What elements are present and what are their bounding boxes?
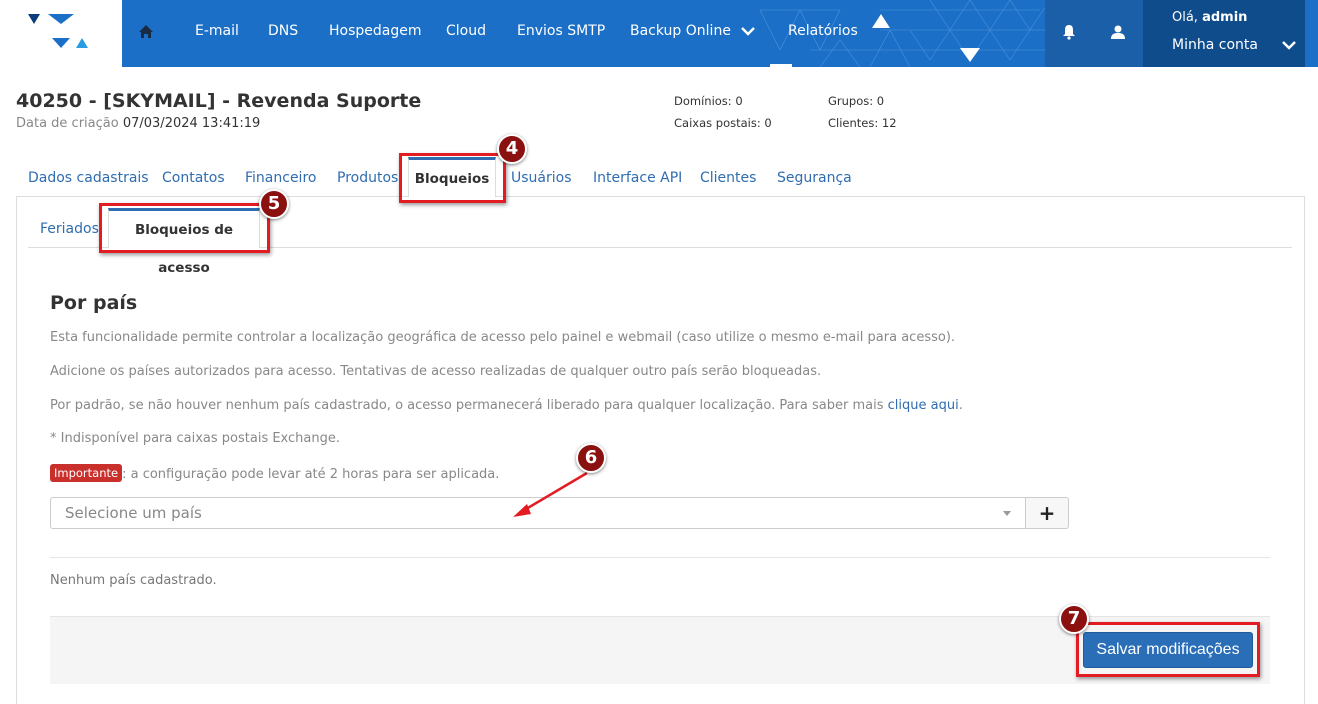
stat-clientes: Clientes: 12 <box>828 116 897 130</box>
section-title: Por país <box>50 292 138 314</box>
description-3-text: Por padrão, se não houver nenhum país ca… <box>50 398 884 413</box>
stat-dominios: Domínios: 0 <box>674 94 743 108</box>
caret-down-icon <box>1003 511 1011 516</box>
subtab-feriados[interactable]: Feriados <box>40 221 99 237</box>
tab-dados-cadastrais[interactable]: Dados cadastrais <box>28 170 149 186</box>
username: admin <box>1202 10 1248 25</box>
created-value: 07/03/2024 13:41:19 <box>122 116 261 131</box>
learn-more-link[interactable]: clique aqui <box>888 398 959 413</box>
important-badge: Importante <box>50 464 123 482</box>
annotation-marker-7: 7 <box>1059 604 1089 634</box>
logo[interactable] <box>0 0 122 67</box>
nav-backup-online-label: Backup Online <box>630 23 731 39</box>
account-menu[interactable]: Olá, admin Minha conta <box>1143 0 1305 67</box>
top-navbar: E-mail DNS Hospedagem Cloud Envios SMTP … <box>0 0 1318 67</box>
important-note-text: : a configuração pode levar até 2 horas … <box>122 467 500 482</box>
bell-icon[interactable] <box>1062 24 1076 40</box>
annotation-marker-6: 6 <box>576 443 606 473</box>
important-note: Importante: a configuração pode levar at… <box>50 464 499 482</box>
nav-cloud[interactable]: Cloud <box>446 0 486 62</box>
home-icon[interactable] <box>137 0 155 62</box>
tab-clientes[interactable]: Clientes <box>700 170 756 186</box>
annotation-box-4 <box>399 153 506 203</box>
tab-contatos[interactable]: Contatos <box>162 170 225 186</box>
chevron-down-icon <box>1282 41 1297 50</box>
empty-list-text: Nenhum país cadastrado. <box>50 573 217 588</box>
tab-seguranca[interactable]: Segurança <box>777 170 852 186</box>
annotation-marker-4: 4 <box>497 134 527 164</box>
brand-logo-icon <box>28 14 88 48</box>
divider <box>50 557 1270 558</box>
greeting-text: Olá, <box>1172 10 1198 25</box>
annotation-arrow-icon <box>513 471 588 517</box>
page-title: 40250 - [SKYMAIL] - Revenda Suporte <box>16 90 422 112</box>
account-label: Minha conta <box>1172 37 1297 53</box>
nav-icons-area <box>1045 0 1143 67</box>
account-label-text: Minha conta <box>1172 37 1258 53</box>
annotation-box-7 <box>1076 622 1260 677</box>
annotation-box-5 <box>99 203 270 253</box>
nav-envios-smtp[interactable]: Envios SMTP <box>517 0 605 62</box>
description-2: Adicione os países autorizados para aces… <box>50 364 822 379</box>
add-country-button[interactable]: + <box>1025 497 1069 529</box>
nav-backup-online[interactable]: Backup Online <box>630 0 756 62</box>
nav-relatorios[interactable]: Relatórios <box>788 0 858 62</box>
nav-dns[interactable]: DNS <box>268 0 298 62</box>
description-3-end: . <box>958 398 963 413</box>
country-select-placeholder: Selecione um país <box>65 504 202 522</box>
description-1: Esta funcionalidade permite controlar a … <box>50 330 956 345</box>
tab-interface-api[interactable]: Interface API <box>593 170 682 186</box>
created-label: Data de criação <box>16 116 119 131</box>
tab-produtos[interactable]: Produtos <box>337 170 398 186</box>
stat-caixas: Caixas postais: 0 <box>674 116 772 130</box>
nav-hospedagem[interactable]: Hospedagem <box>329 0 422 62</box>
nav-email[interactable]: E-mail <box>195 0 239 62</box>
description-3: Por padrão, se não houver nenhum país ca… <box>50 398 963 413</box>
user-icon[interactable] <box>1111 24 1125 40</box>
stat-grupos: Grupos: 0 <box>828 94 885 108</box>
creation-date: Data de criação 07/03/2024 13:41:19 <box>16 116 260 131</box>
description-exchange: * Indisponível para caixas postais Excha… <box>50 431 340 446</box>
annotation-marker-5: 5 <box>259 189 289 219</box>
tab-usuarios[interactable]: Usuários <box>511 170 572 186</box>
chevron-down-icon <box>741 27 756 36</box>
greeting: Olá, admin <box>1172 10 1247 25</box>
tab-financeiro[interactable]: Financeiro <box>245 170 316 186</box>
